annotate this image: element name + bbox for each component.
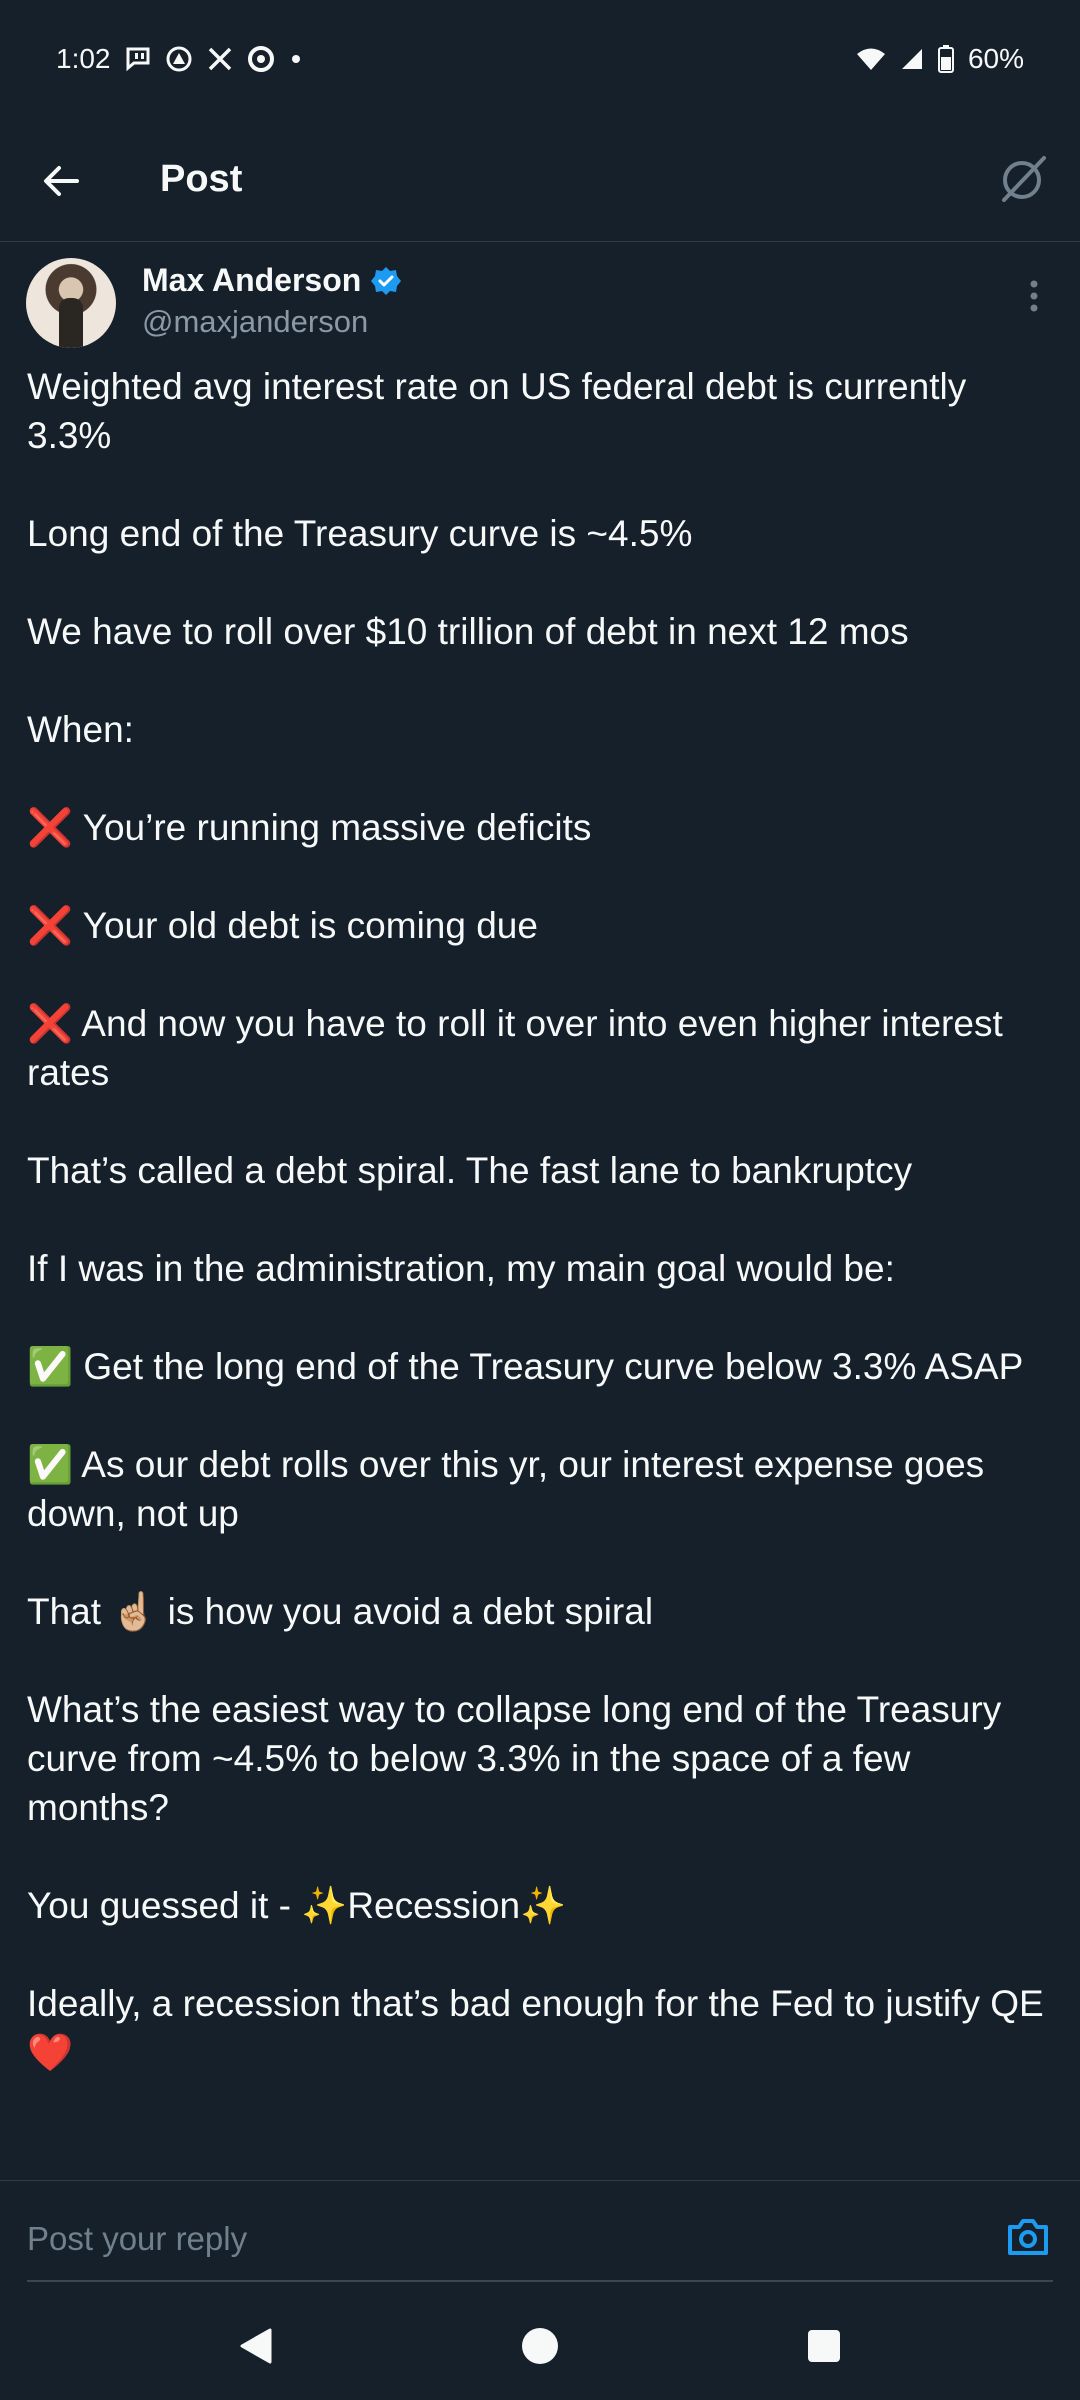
post-paragraph: We have to roll over $10 trillion of deb… [27,611,909,652]
camera-icon [1008,2219,1048,2255]
author-row: Max Anderson @maxjanderson [26,258,1054,350]
status-right: 60% [856,43,1024,75]
circle-app-icon [247,45,275,73]
status-bar: 1:02 60% [0,0,1080,118]
battery-icon [937,45,954,73]
divider [0,2180,1080,2181]
reply-input[interactable] [27,2214,927,2264]
grok-button[interactable] [994,150,1052,208]
battery-percentage: 60% [967,43,1024,74]
grok-icon [1002,156,1046,202]
post-paragraph: ✅ Get the long end of the Treasury curve… [27,1346,1024,1387]
nav-home-icon [522,2328,558,2364]
system-nav-bar [0,2290,1080,2400]
post-paragraph: ✅ As our debt rolls over this yr, our in… [27,1444,985,1534]
avatar[interactable] [26,258,116,348]
post-paragraph: ❌ And now you have to roll it over into … [27,1003,1003,1093]
app-notification-icon [165,45,193,73]
nav-back-icon [240,2328,272,2364]
x-icon [207,46,233,72]
page-title: Post [160,158,243,200]
post-paragraph: Ideally, a recession that’s bad enough f… [27,1983,1044,2073]
author-name: Max Anderson [142,262,362,298]
nav-recents-icon [808,2330,840,2362]
more-options-button[interactable] [1014,276,1054,316]
post-text: Weighted avg interest rate on US federal… [27,362,1057,2077]
reply-bar [27,2200,1053,2282]
dot-icon [289,52,303,66]
chat-notification-icon [125,46,151,72]
wifi-icon [856,47,886,71]
post-paragraph: That ☝🏼 is how you avoid a debt spiral [27,1591,654,1632]
author-name-row[interactable]: Max Anderson [142,262,402,299]
post-paragraph: You guessed it - ✨Recession✨ [27,1885,567,1926]
post-paragraph: ❌ Your old debt is coming due [27,905,538,946]
post-paragraph: When: [27,709,134,750]
post-paragraph: Long end of the Treasury curve is ~4.5% [27,513,693,554]
back-arrow-icon [44,166,79,196]
post-header: Post [0,118,1080,242]
status-left: 1:02 [56,43,303,75]
post-paragraph: ❌ You’re running massive deficits [27,807,592,848]
status-time: 1:02 [56,43,111,74]
more-vertical-icon [1030,280,1038,312]
signal-icon [900,47,924,71]
verified-badge-icon [371,266,402,295]
post-paragraph: That’s called a debt spiral. The fast la… [27,1150,913,1191]
nav-recents-button[interactable] [796,2318,852,2374]
post-paragraph: If I was in the administration, my main … [27,1248,895,1289]
back-button[interactable] [36,156,86,206]
post-paragraph: Weighted avg interest rate on US federal… [27,366,967,456]
author-handle[interactable]: @maxjanderson [142,304,368,340]
nav-back-button[interactable] [228,2318,284,2374]
nav-home-button[interactable] [512,2318,568,2374]
post-paragraph: What’s the easiest way to collapse long … [27,1689,1002,1828]
camera-button[interactable] [1003,2212,1053,2262]
